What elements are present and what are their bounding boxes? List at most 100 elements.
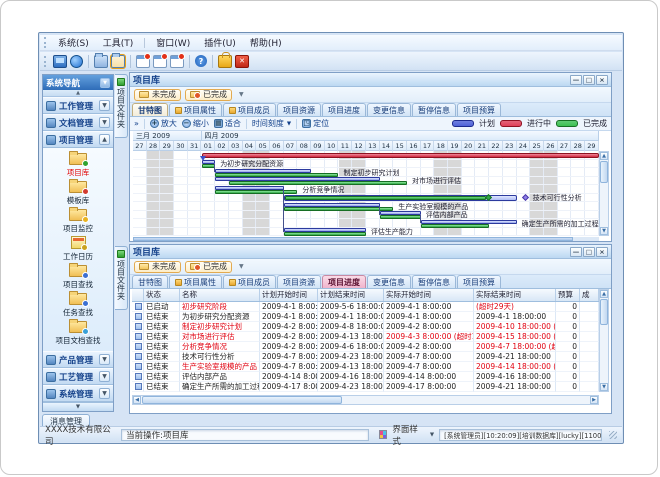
gantt-bar-plan[interactable] [421,220,517,224]
unfinished-filter-button[interactable]: 未完成 [134,261,181,273]
chevron-down-icon[interactable]: ▼ [99,354,110,365]
interface-style-icon[interactable] [379,430,388,439]
vertical-tab-project-folder-bottom[interactable]: 项目文件夹 [115,246,128,310]
tab-project-properties[interactable]: 项目属性 [169,103,222,116]
sidebar-group-work-management[interactable]: 工作管理▼ [43,97,113,114]
maximize-button[interactable]: □ [583,75,595,85]
chevron-down-icon[interactable]: ▼ [99,117,110,128]
tab-pause-info[interactable]: 暂停信息 [412,275,456,288]
scroll-left-icon[interactable]: ◀ [133,396,141,404]
help-icon[interactable]: ? [195,55,207,67]
minimize-button[interactable]: — [570,75,582,85]
table-row[interactable]: 已结束生产实验室规模的产品2009-4-7 8:00:002009-4-13 1… [132,362,599,372]
gantt-bar-actual[interactable] [202,164,216,168]
chevron-down-icon[interactable]: ▼ [99,371,110,382]
menu-item[interactable]: 帮助(H) [244,35,288,50]
sidebar-group-product-management[interactable]: 产品管理▼ [43,351,113,368]
table-row[interactable]: 已结束分析竞争情况2009-4-2 8:00:002009-4-6 18:00:… [132,342,599,352]
resize-grip[interactable] [609,431,617,439]
finished-filter-button[interactable]: 已完成 [185,89,232,101]
finished-filter-button[interactable]: 已完成 [185,261,232,273]
table-row[interactable]: 已结束评估内部产品2009-4-14 8:00:002009-4-16 18:0… [132,372,599,382]
folder-save-icon[interactable] [111,55,125,68]
scroll-thumb[interactable] [142,396,342,404]
locate-button[interactable]: ◳定位 [302,118,329,129]
table-row[interactable]: 已结束制定初步研究计划2009-4-2 8:00:002009-4-8 18:0… [132,322,599,332]
column-header[interactable]: 名称 [180,289,260,301]
tab-change-info[interactable]: 变更信息 [367,275,411,288]
form-window-badge2-icon[interactable] [170,55,184,68]
column-header[interactable] [132,289,144,301]
zoom-out-button[interactable]: −缩小 [182,118,209,129]
tab-project-members[interactable]: 项目成员 [223,103,276,116]
tab-project-budget[interactable]: 项目预算 [457,275,501,288]
gantt-bar-actual[interactable] [215,173,338,177]
sidebar-item-work-calendar[interactable]: 工作日历 [43,235,113,263]
tab-gantt-chart[interactable]: 甘特图 [132,103,168,116]
sidebar-item-template-library[interactable]: 模板库 [43,179,113,207]
menu-item[interactable]: 工具(T) [97,35,140,50]
gantt-bar-actual[interactable] [284,207,394,211]
zoom-in-button[interactable]: +放大 [150,118,177,129]
column-header[interactable]: 实际结束时间 [474,289,556,301]
sidebar-item-task-search[interactable]: 任务查找 [43,291,113,319]
interface-style-label[interactable]: 界面样式 [392,423,425,447]
gantt-bar-actual[interactable] [284,232,366,236]
tab-project-progress[interactable]: 项目进度 [322,275,366,288]
gantt-bar-plan[interactable] [215,169,311,173]
column-header[interactable]: 实际开始时间 [384,289,474,301]
chevron-down-icon[interactable]: ▼ [430,432,434,438]
column-header[interactable]: 计划结束时间 [318,289,384,301]
gantt-bar-plan[interactable] [284,203,380,207]
scroll-up-icon[interactable]: ▲ [600,290,608,298]
scroll-thumb[interactable] [600,299,608,325]
fit-button[interactable]: ▦适合 [214,118,241,129]
monitor-icon[interactable] [53,55,67,68]
menu-item[interactable]: 系统(S) [52,35,95,50]
tab-gantt-chart[interactable]: 甘特图 [132,275,168,288]
gantt-horizontal-scrollbar[interactable] [133,237,599,241]
sidebar-item-project-doc-search[interactable]: 项目文档查找 [43,319,113,347]
gantt-bar-plan[interactable] [215,186,284,190]
form-window-icon[interactable] [136,55,150,68]
close-button[interactable]: × [596,75,608,85]
table-row[interactable]: 已结束确定生产所需的加工过程2009-4-17 8:00:002009-4-23… [132,382,599,392]
tab-project-resources[interactable]: 项目资源 [277,103,321,116]
column-header[interactable]: 预算 [556,289,580,301]
folder-open-icon[interactable] [94,55,108,68]
table-horizontal-scrollbar[interactable]: ◀ ▶ [132,395,599,405]
gantt-bar-actual[interactable] [229,181,407,185]
tab-project-progress[interactable]: 项目进度 [322,103,366,116]
menu-item[interactable]: 窗口(W) [150,35,196,50]
column-header[interactable]: 成 [580,289,599,301]
close-button[interactable]: × [596,247,608,257]
table-vertical-scrollbar[interactable]: ▲ ▼ [599,289,609,392]
gantt-bar-actual[interactable] [421,224,490,228]
tab-change-info[interactable]: 变更信息 [367,103,411,116]
sidebar-item-project-search[interactable]: 项目查找 [43,263,113,291]
sidebar-group-document-management[interactable]: 文档管理▼ [43,114,113,131]
form-window-badge-icon[interactable] [153,55,167,68]
scroll-thumb[interactable] [133,237,573,241]
filter-more-icon[interactable]: ▼ [239,263,244,270]
menu-item[interactable]: 插件(U) [198,35,242,50]
sidebar-scroll-up[interactable]: ▲ [43,90,113,97]
vertical-tab-project-folder-top[interactable]: 项目文件夹 [115,74,128,138]
tab-project-resources[interactable]: 项目资源 [277,275,321,288]
gantt-bar-actual[interactable] [215,190,297,194]
unfinished-filter-button[interactable]: 未完成 [134,89,181,101]
scroll-down-icon[interactable]: ▼ [600,383,608,391]
maximize-button[interactable]: □ [583,247,595,257]
minimize-button[interactable]: — [570,247,582,257]
scroll-down-icon[interactable]: ▼ [600,227,608,235]
column-header[interactable]: 状态 [144,289,180,301]
sidebar-item-project-monitor[interactable]: 项目监控 [43,207,113,235]
chevron-down-icon[interactable]: ▼ [99,388,110,399]
tab-project-members[interactable]: 项目成员 [223,275,276,288]
time-scale-button[interactable]: 时间刻度▼ [252,118,291,129]
sidebar-overflow-button[interactable]: ▼ [43,402,113,411]
gantt-vertical-scrollbar[interactable]: ▲ ▼ [599,151,609,236]
table-row[interactable]: 已结束对市场进行评估2009-4-2 8:00:002009-4-13 18:0… [132,332,599,342]
gantt-bar-actual[interactable] [285,196,487,200]
sidebar-group-project-management[interactable]: 项目管理▲ [43,131,113,148]
